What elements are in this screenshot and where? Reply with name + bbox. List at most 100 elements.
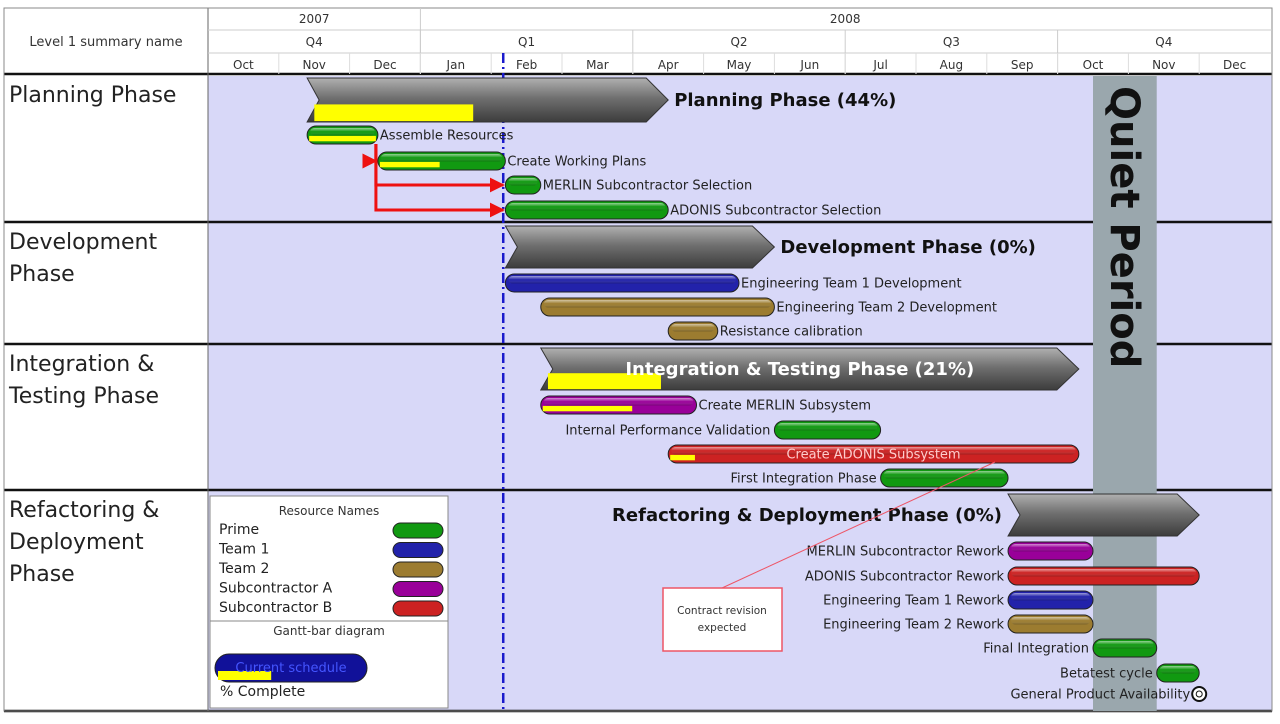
task-bar-create-adonis-subsystem: Create ADONIS Subsystem — [667, 444, 1080, 464]
summary-bar-shape — [504, 225, 776, 269]
month-label: Nov — [1152, 58, 1175, 72]
task-label: Create Working Plans — [507, 155, 646, 170]
summary-label: Integration & Testing Phase (21%) — [625, 359, 974, 380]
quarter-label: Q2 — [730, 35, 747, 49]
month-label: Oct — [233, 58, 254, 72]
month-label: Jan — [446, 58, 466, 72]
milestone-general-product-availability: General Product Availability — [1010, 686, 1208, 703]
milestone-marker-inner — [1195, 690, 1203, 698]
task-label: Final Integration — [983, 642, 1089, 657]
annotation-text: Contract revision — [677, 605, 767, 617]
task-label: Engineering Team 2 Development — [776, 301, 997, 316]
task-label: MERLIN Subcontractor Selection — [543, 179, 752, 194]
legend-resource-name: Prime — [219, 522, 259, 538]
corner-label: Level 1 summary name — [29, 35, 182, 50]
task-bar-create-working-plans: Create Working Plans — [377, 151, 646, 171]
month-label: Feb — [516, 58, 537, 72]
year-label: 2008 — [830, 12, 861, 26]
legend-resource-swatch — [392, 522, 444, 539]
task-bar-shine — [1011, 544, 1090, 552]
legend-resource-name: Team 2 — [218, 561, 269, 577]
month-label: Jul — [872, 58, 887, 72]
month-label: Dec — [1223, 58, 1246, 72]
task-bar-engineering-team-1-rework: Engineering Team 1 Rework — [823, 590, 1094, 610]
month-label: Mar — [586, 58, 609, 72]
task-bar-shine — [777, 423, 878, 431]
legend-resource-name: Subcontractor B — [219, 600, 332, 616]
task-bar-shine — [380, 154, 503, 162]
month-label: Nov — [302, 58, 325, 72]
task-bar-shine — [1096, 641, 1154, 649]
quarter-label: Q3 — [943, 35, 960, 49]
month-label: Sep — [1011, 58, 1034, 72]
task-bar-shine — [543, 398, 694, 406]
task-bar-shine — [883, 471, 1006, 479]
phase-name-1: Planning Phase — [9, 83, 176, 108]
month-label: Dec — [373, 58, 396, 72]
summary-bar-3: Integration & Testing Phase (21%) — [539, 347, 1080, 391]
legend-resource-swatch — [392, 600, 444, 617]
month-label: May — [727, 58, 752, 72]
phase-name-3: Testing Phase — [8, 384, 159, 409]
task-bar-shine — [1011, 569, 1197, 577]
task-bar-first-integration-phase: First Integration Phase — [731, 468, 1009, 488]
quiet-period-label: Quiet Period — [1101, 86, 1147, 368]
month-label: Jun — [799, 58, 819, 72]
task-bar-resistance-calibration: Resistance calibration — [667, 321, 863, 341]
phase-name-3: Integration & — [9, 352, 154, 377]
phase-name-4: Refactoring & — [9, 498, 159, 523]
task-label: MERLIN Subcontractor Rework — [807, 545, 1005, 560]
gantt-svg: Level 1 summary name 2007 2008 Q4 Q1 Q2 Q3 Q4 Oc… — [0, 0, 1280, 720]
task-complete-fill — [670, 454, 695, 461]
task-complete-fill — [379, 161, 440, 168]
task-bar-merlin-subcontractor-rework: MERLIN Subcontractor Rework — [807, 541, 1094, 561]
legend-percent-label: % Complete — [220, 684, 305, 700]
task-label: Create MERLIN Subsystem — [699, 399, 871, 414]
phase-name-2: Phase — [9, 262, 75, 287]
task-label: First Integration Phase — [731, 472, 877, 487]
legend-sample-label: Current schedule — [235, 661, 346, 676]
month-label: Aug — [940, 58, 963, 72]
legend-resource-title: Resource Names — [279, 504, 380, 518]
task-label: Betatest cycle — [1060, 667, 1153, 682]
annotation-box — [662, 587, 783, 652]
task-bar-betatest-cycle: Betatest cycle — [1060, 663, 1200, 683]
quarter-label: Q1 — [518, 35, 535, 49]
task-bar-engineering-team-1-development: Engineering Team 1 Development — [504, 273, 962, 293]
task-bar-shine — [508, 178, 538, 186]
legend-resource-name: Subcontractor A — [219, 581, 333, 597]
task-bar-adonis-subcontractor-rework: ADONIS Subcontractor Rework — [805, 566, 1200, 586]
task-label: ADONIS Subcontractor Selection — [670, 204, 881, 219]
summary-label: Refactoring & Deployment Phase (0%) — [612, 505, 1002, 526]
task-bar-shine — [1011, 617, 1090, 625]
task-label: Engineering Team 2 Rework — [823, 618, 1004, 633]
task-bar-internal-performance-validation: Internal Performance Validation — [565, 420, 882, 440]
task-label: Internal Performance Validation — [565, 424, 770, 439]
legend-resource-swatch — [392, 542, 444, 558]
task-label: Resistance calibration — [720, 325, 863, 340]
legend: Resource Names Prime Team 1 Team 2 Subcontra… — [209, 495, 449, 709]
task-label: Assemble Resources — [380, 129, 514, 144]
task-bar-shine — [310, 128, 375, 136]
task-label: Engineering Team 1 Development — [741, 277, 962, 292]
task-bar-engineering-team-2-development: Engineering Team 2 Development — [540, 297, 997, 317]
task-bar-shine — [508, 276, 736, 284]
task-bar-shine — [508, 203, 666, 211]
task-bar-adonis-subcontractor-selection: ADONIS Subcontractor Selection — [504, 200, 881, 220]
legend-diagram-title: Gantt-bar diagram — [273, 624, 385, 638]
phase-name-cell — [4, 491, 206, 710]
summary-label: Development Phase (0%) — [780, 237, 1036, 258]
legend-resource-name: Team 1 — [218, 542, 269, 558]
task-bar-shine — [1159, 666, 1197, 674]
task-label: ADONIS Subcontractor Rework — [805, 570, 1005, 585]
milestone-label: General Product Availability — [1010, 688, 1190, 703]
month-label: Oct — [1083, 58, 1104, 72]
gantt-chart: Level 1 summary name 2007 2008 Q4 Q1 Q2 Q3 Q4 Oc… — [0, 0, 1280, 720]
phase-name-4: Phase — [9, 562, 75, 587]
summary-label: Planning Phase (44%) — [674, 90, 896, 111]
phase-name-4: Deployment — [9, 530, 144, 555]
task-bar-engineering-team-2-rework: Engineering Team 2 Rework — [823, 614, 1094, 634]
task-label: Create ADONIS Subsystem — [786, 448, 960, 463]
annotation-text: expected — [698, 622, 747, 634]
legend-resource-swatch — [392, 561, 444, 578]
